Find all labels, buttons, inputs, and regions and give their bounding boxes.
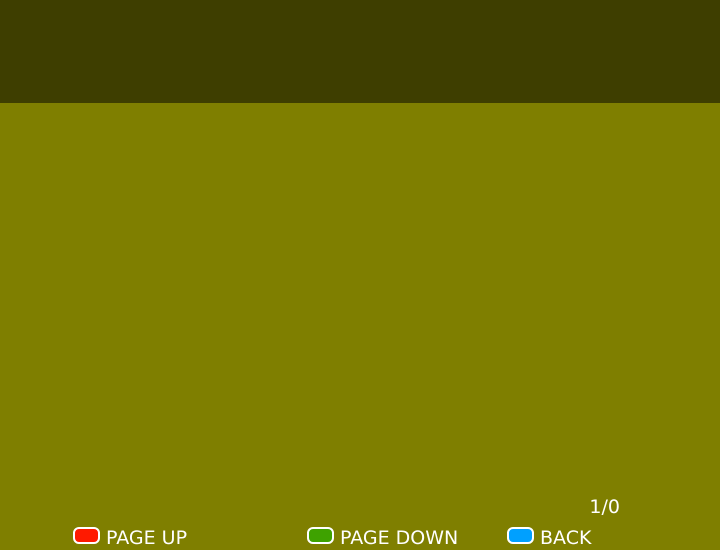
blue-key-icon [507,527,534,544]
page-down-label: PAGE DOWN [340,527,459,549]
page-indicator: 1/0 [589,496,620,518]
back-button[interactable]: BACK [507,526,591,550]
green-key-icon [307,527,334,544]
header-bar [0,0,720,103]
content-area [0,103,720,493]
page-up-button[interactable]: PAGE UP [73,526,187,550]
back-label: BACK [540,527,592,549]
footer-key-bar: PAGE UP PAGE DOWN BACK [0,523,720,549]
red-key-icon [73,527,100,544]
page-up-label: PAGE UP [106,527,188,549]
page-down-button[interactable]: PAGE DOWN [307,526,458,550]
